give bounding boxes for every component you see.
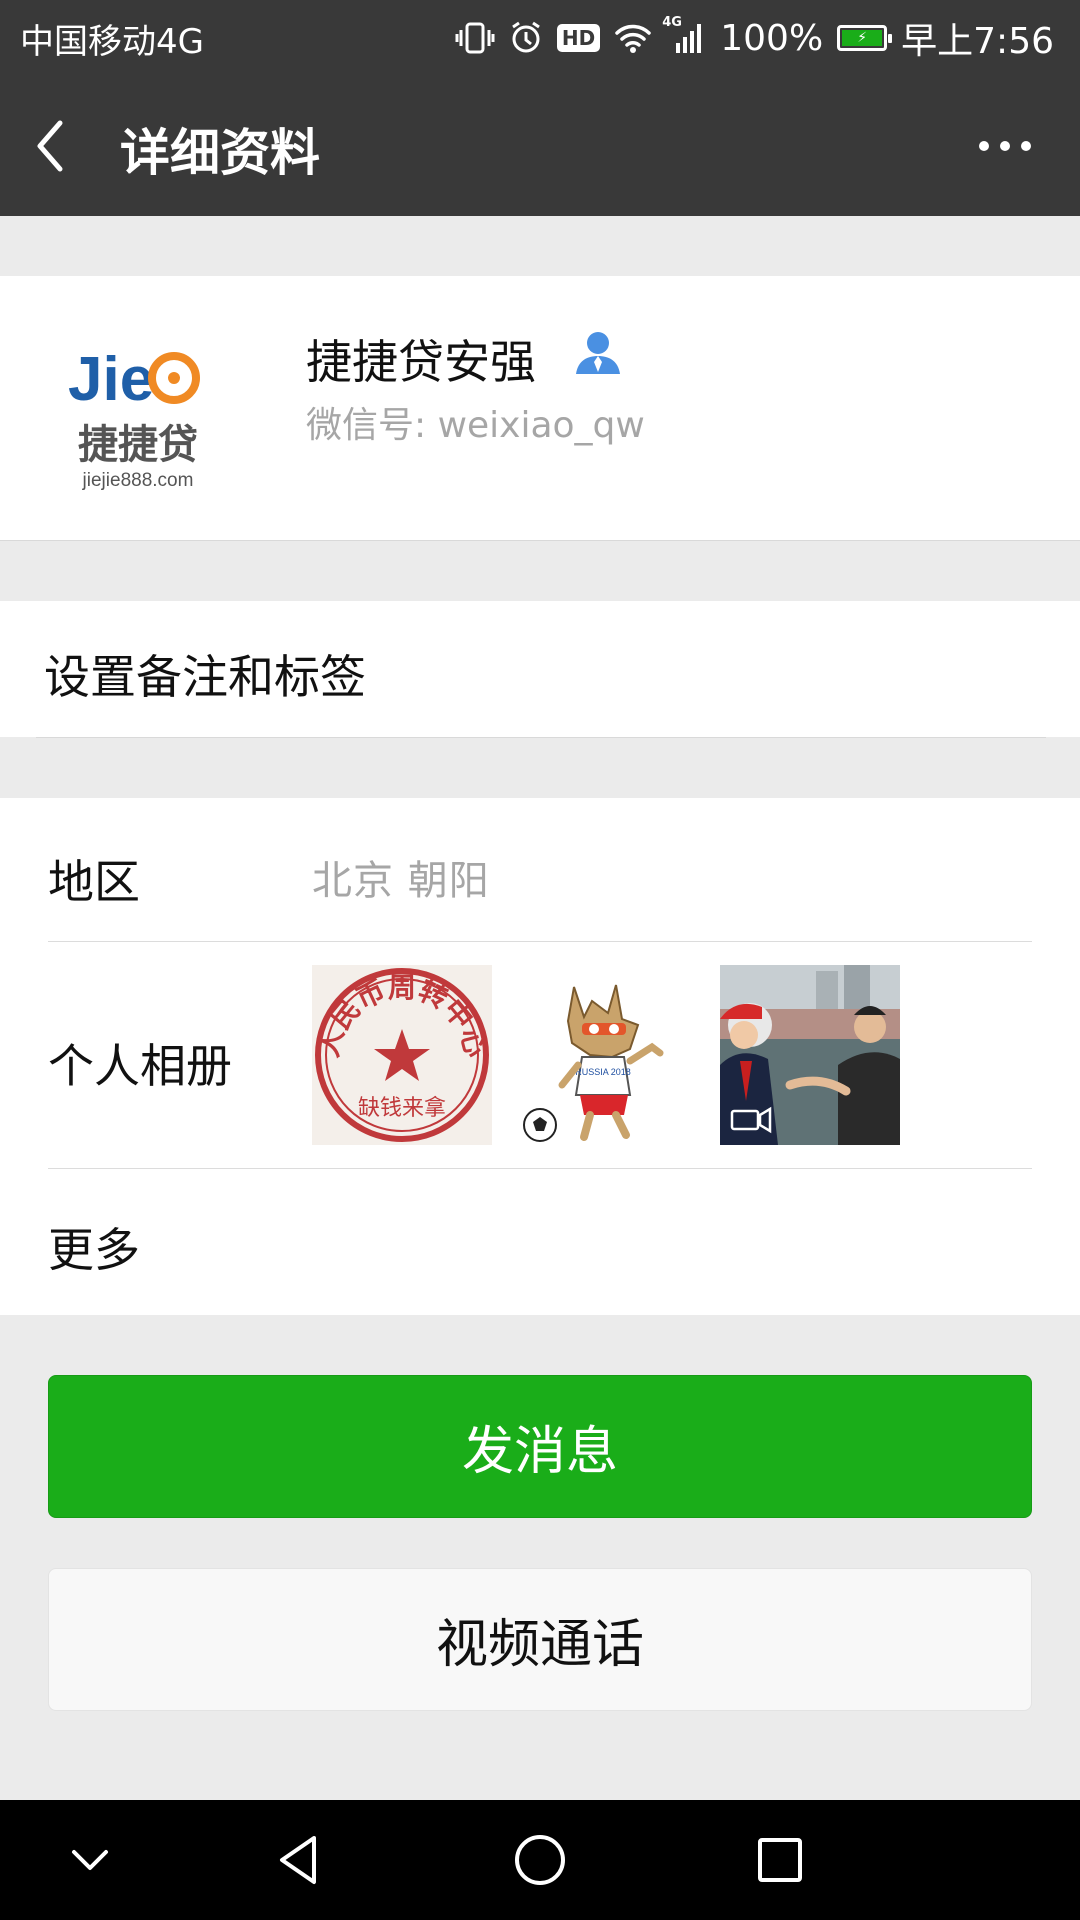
battery-percent: 100% <box>720 17 824 59</box>
region-value: 北京 朝阳 <box>312 858 490 904</box>
hide-keyboard-button[interactable] <box>60 1830 120 1890</box>
triangle-back-icon <box>280 1836 316 1884</box>
info-section: 地区 北京 朝阳 人民币周转中心 缺钱来拿 RUSSIA 2018 个人相册 更… <box>0 798 1080 1315</box>
nav-bar: 详细资料 <box>0 75 1080 216</box>
page-title: 详细资料 <box>120 124 320 182</box>
send-message-button[interactable]: 发消息 <box>48 1375 1032 1518</box>
region-label: 地区 <box>48 855 140 909</box>
chevron-down-icon <box>72 1850 108 1870</box>
avatar-logo-text: Jie <box>68 345 154 414</box>
wifi-icon <box>614 22 652 54</box>
back-button[interactable] <box>30 113 90 179</box>
wechat-id: 微信号: weixiao_qw <box>306 405 645 446</box>
system-nav-bar <box>0 1800 1080 1920</box>
album-thumb-video[interactable] <box>720 965 900 1145</box>
avatar[interactable]: Jie 捷捷贷 jiejie888.com <box>48 318 228 498</box>
video-call-button[interactable]: 视频通话 <box>48 1568 1032 1711</box>
profile-name: 捷捷贷安强 <box>306 335 536 389</box>
nav-home-button[interactable] <box>510 1830 570 1890</box>
person-icon <box>574 328 622 376</box>
avatar-brand-text: 捷捷贷 <box>78 422 198 468</box>
hd-icon: HD <box>556 24 601 52</box>
alarm-icon <box>509 20 543 56</box>
network-type-label: 4G <box>662 15 682 30</box>
divider <box>36 737 1046 738</box>
carrier-label: 中国移动4G <box>20 22 204 62</box>
ellipsis-icon <box>979 141 1031 151</box>
square-recents-icon <box>758 1838 802 1882</box>
status-icons: HD 4G 100% ⚡ 早上7:56 <box>455 12 1054 64</box>
nav-back-button[interactable] <box>270 1830 330 1890</box>
mascot-shirt-text: RUSSIA 2018 <box>575 1067 631 1077</box>
set-remark-row[interactable]: 设置备注和标签 <box>0 601 1080 737</box>
album-label: 个人相册 <box>48 1039 232 1093</box>
more-label: 更多 <box>48 1223 140 1277</box>
profile-card: Jie 捷捷贷 jiejie888.com 捷捷贷安强 微信号: weixiao… <box>0 276 1080 541</box>
stamp-inner-text: 缺钱来拿 <box>358 1095 446 1121</box>
avatar-domain-text: jiejie888.com <box>82 470 194 491</box>
circle-home-icon <box>515 1835 565 1885</box>
remark-label: 设置备注和标签 <box>44 650 366 704</box>
battery-icon: ⚡ <box>837 25 893 51</box>
nav-recents-button[interactable] <box>750 1830 810 1890</box>
clock: 早上7:56 <box>901 21 1054 62</box>
album-thumb-mascot[interactable]: RUSSIA 2018 <box>512 965 692 1145</box>
more-button[interactable] <box>970 121 1040 171</box>
chevron-left-icon <box>37 120 63 172</box>
vibrate-icon <box>455 20 495 56</box>
album-thumb-stamp[interactable]: 人民币周转中心 缺钱来拿 <box>312 965 492 1145</box>
jie-logo: Jie 捷捷贷 jiejie888.com <box>48 318 228 498</box>
signal-icon: 4G <box>662 15 706 55</box>
status-bar: 中国移动4G HD 4G 100% ⚡ 早上7:56 <box>0 0 1080 75</box>
more-row[interactable] <box>0 1169 1080 1315</box>
